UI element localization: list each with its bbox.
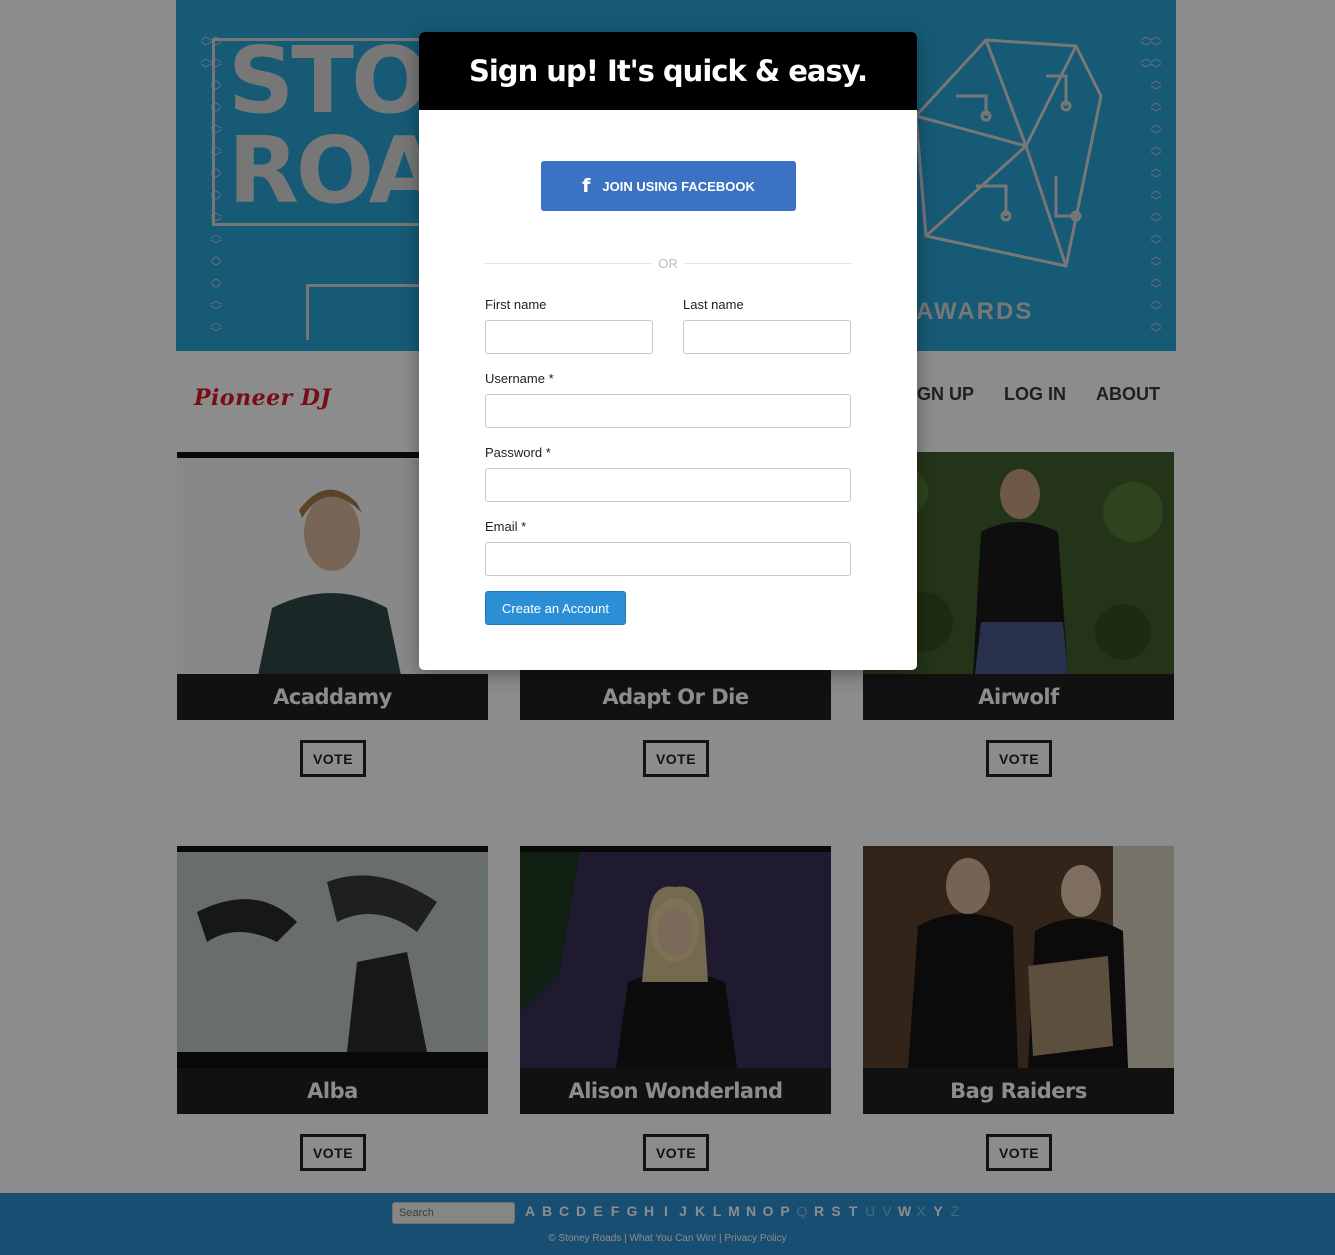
password-label: Password * — [485, 445, 551, 460]
email-field[interactable] — [485, 542, 851, 576]
divider-line — [685, 263, 851, 264]
first-name-field[interactable] — [485, 320, 653, 354]
modal-title: Sign up! It's quick & easy. — [468, 54, 868, 88]
last-name-field[interactable] — [683, 320, 851, 354]
username-label: Username * — [485, 371, 554, 386]
or-divider: OR — [485, 254, 851, 274]
last-name-label: Last name — [683, 297, 744, 312]
facebook-join-label: JOIN USING FACEBOOK — [602, 178, 755, 194]
first-name-label: First name — [485, 297, 547, 312]
email-label: Email * — [485, 519, 527, 534]
facebook-join-button[interactable]: f JOIN USING FACEBOOK — [541, 161, 796, 211]
signup-modal: Sign up! It's quick & easy. f JOIN USING… — [419, 32, 917, 670]
password-field[interactable] — [485, 468, 851, 502]
username-field[interactable] — [485, 394, 851, 428]
create-account-button[interactable]: Create an Account — [485, 591, 626, 625]
modal-header: Sign up! It's quick & easy. — [419, 32, 917, 110]
facebook-f-icon: f — [582, 175, 591, 197]
